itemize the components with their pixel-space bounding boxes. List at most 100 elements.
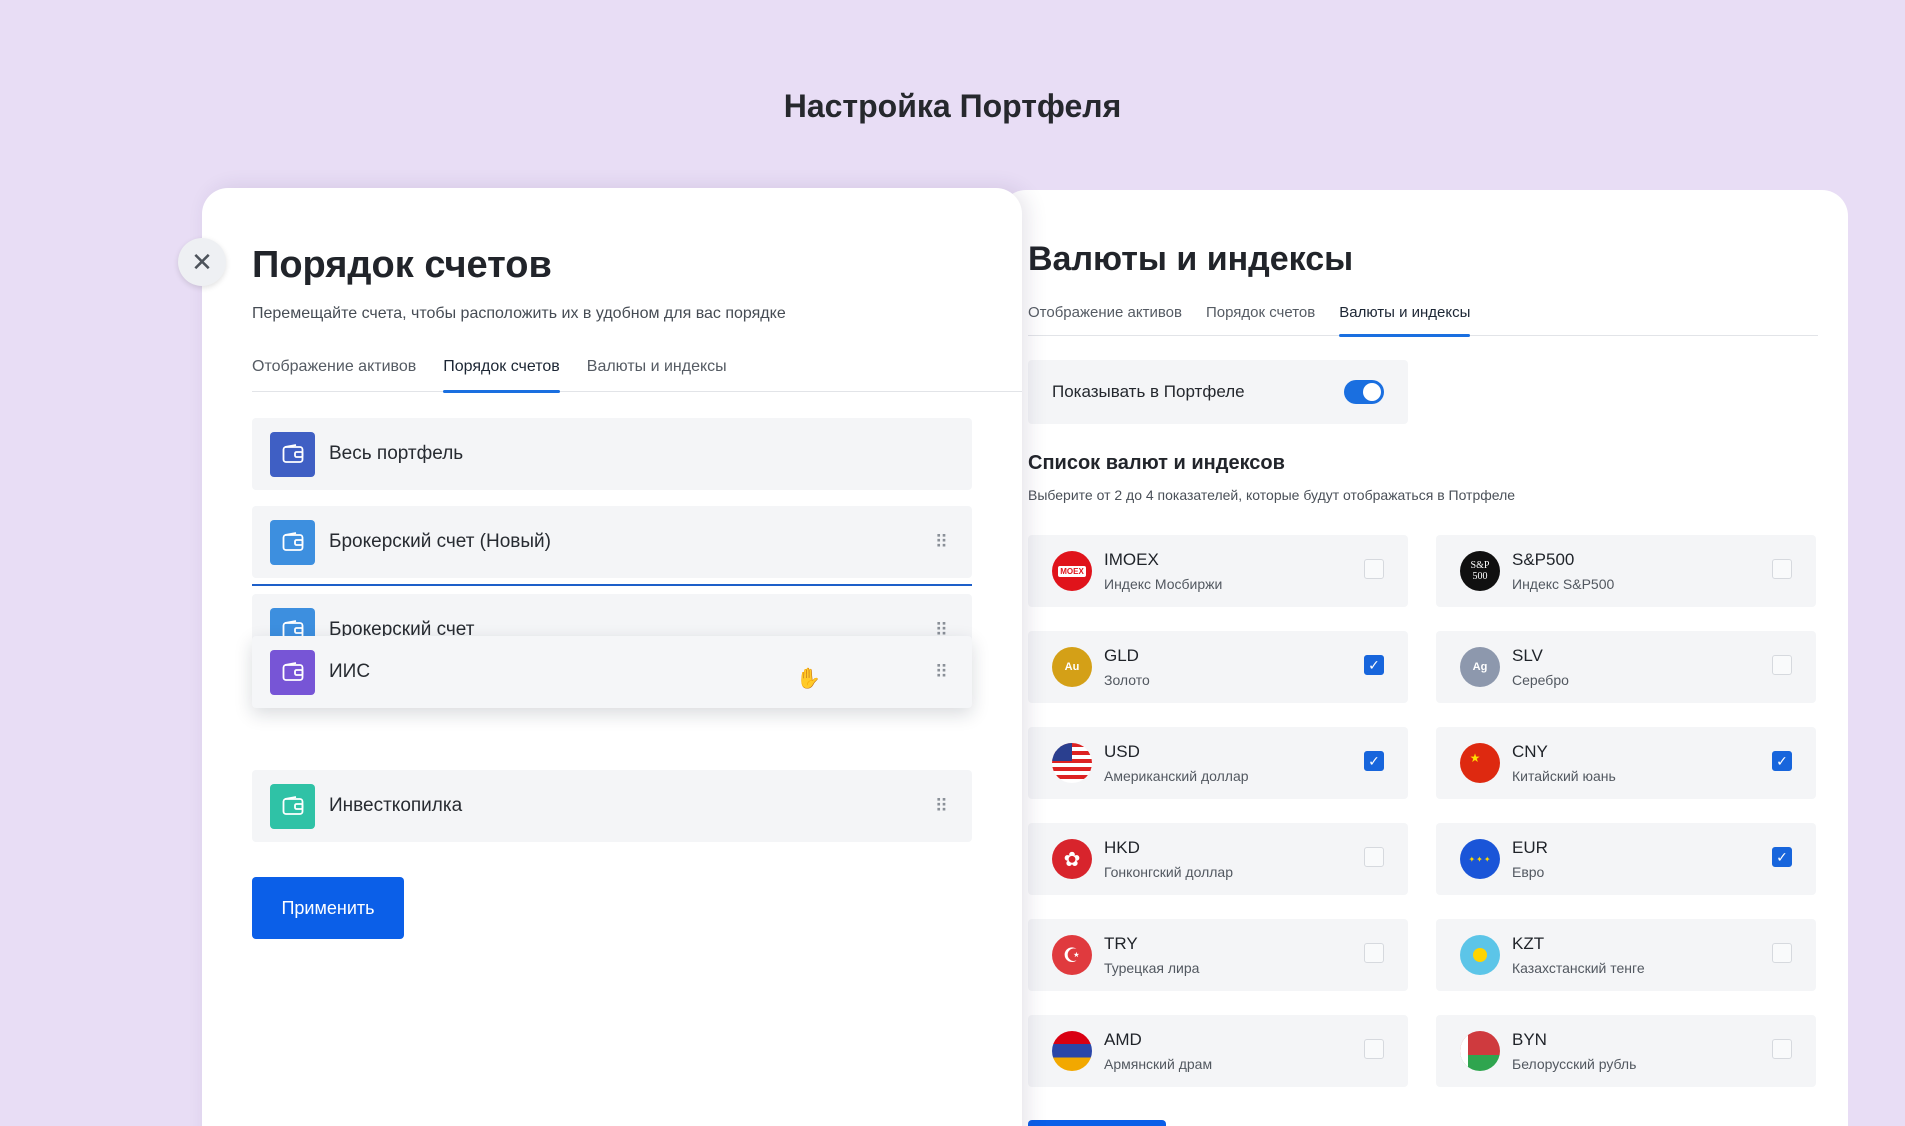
apply-button-partial[interactable]	[1028, 1120, 1166, 1126]
currency-checkbox[interactable]: ✓	[1772, 751, 1792, 771]
show-in-portfolio-label: Показывать в Портфеле	[1052, 382, 1245, 401]
am-flag-icon	[1052, 1031, 1092, 1071]
imoex-icon: MOEX	[1052, 551, 1092, 591]
currency-name: Казахстанский тенге	[1512, 960, 1645, 976]
currency-card-slv[interactable]: Ag SLV Серебро	[1436, 631, 1816, 703]
drag-handle-icon[interactable]: ⠿	[935, 533, 948, 551]
currency-checkbox[interactable]: ✓	[1364, 655, 1384, 675]
tr-flag-icon: ☪	[1052, 935, 1092, 975]
currency-name: Турецкая лира	[1104, 960, 1200, 976]
kz-flag-icon	[1460, 935, 1500, 975]
currency-name: Гонконгский доллар	[1104, 864, 1233, 880]
currency-checkbox[interactable]	[1772, 655, 1792, 675]
tab-currencies-indexes[interactable]: Валюты и индексы	[1339, 304, 1471, 337]
account-label: ИИС	[329, 661, 371, 682]
tab-accounts-order[interactable]: Порядок счетов	[1206, 304, 1315, 336]
grab-cursor-icon: ✋	[796, 668, 821, 690]
currency-name: Белорусский рубль	[1512, 1056, 1637, 1072]
currency-card-byn[interactable]: BYN Белорусский рубль	[1436, 1015, 1816, 1087]
gold-icon: Au	[1052, 647, 1092, 687]
sp500-icon: S&P 500	[1460, 551, 1500, 591]
currency-code: AMD	[1104, 1030, 1142, 1049]
currency-code: USD	[1104, 742, 1140, 761]
drag-handle-icon[interactable]: ⠿	[935, 663, 948, 681]
currency-card-eur[interactable]: ✦✦✦ EUR Евро ✓	[1436, 823, 1816, 895]
accounts-order-panel: Порядок счетов Перемещайте счета, чтобы …	[202, 188, 1022, 1126]
hk-flag-icon: ✿	[1052, 839, 1092, 879]
currency-list: MOEX IMOEX Индекс Мосбиржи S&P 500 S&P500 Инде…	[1028, 535, 1818, 1087]
account-row-whole-portfolio[interactable]: Весь портфель	[252, 418, 972, 490]
currencies-tabs: Отображение активов Порядок счетов Валют…	[1028, 304, 1818, 337]
currency-code: CNY	[1512, 742, 1548, 761]
currency-card-kzt[interactable]: KZT Казахстанский тенге	[1436, 919, 1816, 991]
account-label: Брокерский счет (Новый)	[329, 531, 551, 552]
currency-code: HKD	[1104, 838, 1140, 857]
silver-icon: Ag	[1460, 647, 1500, 687]
currency-code: EUR	[1512, 838, 1548, 857]
currency-name: Китайский юань	[1512, 768, 1616, 784]
account-label: Инвесткопилка	[329, 795, 463, 816]
currency-code: KZT	[1512, 934, 1545, 953]
eu-flag-icon: ✦✦✦	[1460, 839, 1500, 879]
currency-card-amd[interactable]: AMD Армянский драм	[1028, 1015, 1408, 1087]
currency-card-try[interactable]: ☪ TRY Турецкая лира	[1028, 919, 1408, 991]
by-flag-icon	[1460, 1031, 1500, 1071]
currency-card-sp500[interactable]: S&P 500 S&P500 Индекс S&P500	[1436, 535, 1816, 607]
currency-name: Евро	[1512, 864, 1545, 880]
tab-accounts-order[interactable]: Порядок счетов	[443, 358, 560, 393]
page-title: Настройка Портфеля	[783, 88, 1122, 124]
currency-code: SLV	[1512, 646, 1543, 665]
currency-checkbox[interactable]	[1772, 1039, 1792, 1059]
show-in-portfolio-toggle[interactable]	[1344, 380, 1384, 404]
currency-card-cny[interactable]: ★ CNY Китайский юань ✓	[1436, 727, 1816, 799]
currencies-heading: Валюты и индексы	[1028, 240, 1354, 278]
currency-checkbox[interactable]	[1364, 1039, 1384, 1059]
accounts-order-tabs: Отображение активов Порядок счетов Валют…	[252, 358, 1022, 393]
currency-name: Индекс S&P500	[1512, 576, 1615, 592]
currency-checkbox[interactable]	[1364, 559, 1384, 579]
currency-code: BYN	[1512, 1030, 1547, 1049]
currency-name: Индекс Мосбиржи	[1104, 576, 1223, 592]
cn-flag-icon: ★	[1460, 743, 1500, 783]
currency-name: Серебро	[1512, 672, 1569, 688]
wallet-icon	[270, 519, 315, 565]
close-icon[interactable]: ✕	[178, 238, 226, 286]
currency-card-imoex[interactable]: MOEX IMOEX Индекс Мосбиржи	[1028, 535, 1408, 607]
currency-code: IMOEX	[1104, 550, 1159, 569]
currency-checkbox[interactable]	[1364, 847, 1384, 867]
show-in-portfolio-row: Показывать в Портфеле	[1028, 360, 1408, 424]
list-description: Выберите от 2 до 4 показателей, которые …	[1028, 487, 1516, 503]
accounts-order-description: Перемещайте счета, чтобы расположить их …	[252, 305, 786, 322]
tab-assets-display[interactable]: Отображение активов	[252, 358, 416, 392]
currency-checkbox[interactable]	[1364, 943, 1384, 963]
account-label: Весь портфель	[329, 443, 464, 464]
list-heading: Список валют и индексов	[1028, 452, 1285, 474]
wallet-icon	[270, 649, 315, 695]
tab-assets-display[interactable]: Отображение активов	[1028, 304, 1182, 336]
currency-code: S&P500	[1512, 550, 1575, 569]
us-flag-icon	[1052, 743, 1092, 783]
currency-code: GLD	[1104, 646, 1139, 665]
currencies-panel: Валюты и индексы Отображение активов Пор…	[1000, 190, 1848, 1126]
drag-handle-icon[interactable]: ⠿	[935, 797, 948, 815]
currency-code: TRY	[1104, 934, 1138, 953]
currency-checkbox[interactable]: ✓	[1772, 847, 1792, 867]
currency-checkbox[interactable]	[1772, 559, 1792, 579]
drop-indicator	[252, 584, 972, 586]
account-row-iis-dragging[interactable]: ИИС ⠿	[252, 636, 972, 708]
wallet-icon	[270, 431, 315, 477]
currency-card-usd[interactable]: USD Американский доллар ✓	[1028, 727, 1408, 799]
currency-card-hkd[interactable]: ✿ HKD Гонконгский доллар	[1028, 823, 1408, 895]
accounts-order-heading: Порядок счетов	[252, 244, 552, 286]
currency-checkbox[interactable]	[1772, 943, 1792, 963]
currency-checkbox[interactable]: ✓	[1364, 751, 1384, 771]
account-row-broker-new[interactable]: Брокерский счет (Новый) ⠿	[252, 506, 972, 578]
currency-name: Американский доллар	[1104, 768, 1249, 784]
currency-card-gld[interactable]: Au GLD Золото ✓	[1028, 631, 1408, 703]
wallet-icon	[270, 783, 315, 829]
tab-currencies-indexes[interactable]: Валюты и индексы	[587, 358, 727, 392]
apply-button[interactable]: Применить	[252, 877, 404, 939]
currency-name: Армянский драм	[1104, 1056, 1213, 1072]
currency-name: Золото	[1104, 672, 1150, 688]
account-row-investkopilka[interactable]: Инвесткопилка ⠿	[252, 770, 972, 842]
